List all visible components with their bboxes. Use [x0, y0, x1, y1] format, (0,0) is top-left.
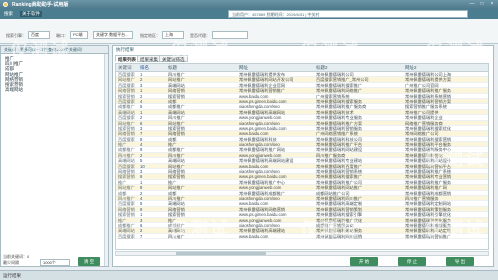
- port-label: 端口：: [56, 33, 68, 38]
- account-info: 当前用户：457869 到期时间：2019/6/31 | 中关村: [228, 10, 468, 18]
- status-text: 运行结果: [3, 273, 21, 278]
- table-cell: 常州佩雷德瑞利营销推广: [405, 233, 452, 239]
- result-panel-title: 执行结果: [116, 47, 134, 52]
- keyword-list[interactable]: 推广 四川推广 成都 网站推广 网络营销 搜索营销 高端网站: [1, 54, 108, 92]
- table-body: 百度搜索 1 四川推广 常州佩雷德瑞利提供发布 常州佩雷德瑞利公司 常州佩雷德瑞利公司上海…: [116, 72, 488, 240]
- tab-result-list[interactable]: 结果列表: [115, 55, 139, 62]
- search-engine-select[interactable]: 百度: [28, 31, 50, 39]
- tab-result-collect[interactable]: 结果采集: [137, 55, 161, 62]
- title-bar: Ranking商助助手-试用版 — □ ×: [0, 0, 498, 9]
- scrollbar-thumb[interactable]: [176, 252, 266, 255]
- close-button[interactable]: ×: [488, 1, 496, 7]
- port-select[interactable]: PC端: [70, 31, 88, 39]
- column-header[interactable]: 关键词: [118, 65, 138, 71]
- proxy-select[interactable]: [212, 31, 248, 39]
- stop-button[interactable]: 停 止: [398, 257, 426, 266]
- keyword-filter-input[interactable]: 关键字 数据平台...: [93, 31, 133, 39]
- table-cell: www.baidu.com: [239, 233, 269, 239]
- start-button[interactable]: 开 始: [350, 257, 378, 266]
- window-title: Ranking商助助手-试用版: [12, 2, 69, 8]
- column-header[interactable]: 标题2: [316, 65, 400, 71]
- proxy-label: 是否代理：: [190, 33, 210, 38]
- keyword-panel-header: 关键词（最多可以一次性查询1000个关键词）: [1, 46, 108, 54]
- interval-unit: 个: [51, 260, 56, 265]
- region-label: 指定地区：: [140, 33, 160, 38]
- column-header[interactable]: 排名: [140, 65, 164, 71]
- export-button[interactable]: 导 出: [446, 257, 474, 266]
- keyword-panel: 关键词（最多可以一次性查询1000个关键词） 推广 四川推广 成都 网站推广 网…: [0, 45, 109, 267]
- region-select[interactable]: 上海: [162, 31, 184, 39]
- tab-keyword-filter[interactable]: 关键词筛选: [159, 55, 188, 62]
- menu-item-about[interactable]: 关于软件: [20, 11, 42, 17]
- table-cell: 四川推广: [168, 233, 185, 239]
- interval-stepper[interactable]: 1000个: [40, 259, 70, 266]
- status-bar: 运行结果: [0, 270, 498, 280]
- result-table: 关键词 排名 标题 网址 标题2 网址2 百度搜索 1 四川推广 常州佩雷德瑞利提供发…: [115, 63, 489, 250]
- app-logo-icon: [3, 2, 8, 7]
- column-header[interactable]: 标题: [168, 65, 214, 71]
- clear-button[interactable]: 清 空: [78, 257, 100, 266]
- minimize-button[interactable]: —: [468, 1, 476, 7]
- result-panel: 执行结果 结果列表 结果采集 关键词筛选 关键词 排名 标题 网址 标题2 网址…: [112, 45, 494, 267]
- filter-bar: 搜索引擎： 百度 端口： PC端 关键字 数据平台... 指定地区： 上海 是否…: [0, 19, 498, 44]
- maximize-button[interactable]: □: [478, 1, 486, 7]
- keyword-scrollbar[interactable]: [104, 54, 108, 266]
- column-header[interactable]: 网址2: [405, 65, 485, 71]
- table-cell: 常州佩雷德瑞利四川营销: [316, 233, 363, 239]
- menu-bar: 搜索 关于软件 当前用户：457869 到期时间：2019/6/31 | 中关村: [0, 9, 498, 19]
- column-header[interactable]: 网址: [239, 65, 319, 71]
- interval-label: 最少间隔: [3, 260, 19, 265]
- table-row[interactable]: 百度搜索 7 四川推广 www.baidu.com 常州佩雷德瑞利四川营销 常州佩雷德瑞利…: [116, 233, 488, 240]
- search-engine-label: 搜索引擎：: [6, 33, 26, 38]
- interval-value: 1000: [43, 260, 52, 265]
- table-header: 关键词 排名 标题 网址 标题2 网址2: [116, 64, 488, 72]
- horizontal-scrollbar[interactable]: [115, 251, 489, 256]
- menu-item-search[interactable]: 搜索: [4, 11, 13, 17]
- table-cell: 7: [140, 233, 143, 239]
- keyword-item[interactable]: 高端网站: [1, 87, 108, 92]
- table-cell: 百度搜索: [118, 233, 135, 239]
